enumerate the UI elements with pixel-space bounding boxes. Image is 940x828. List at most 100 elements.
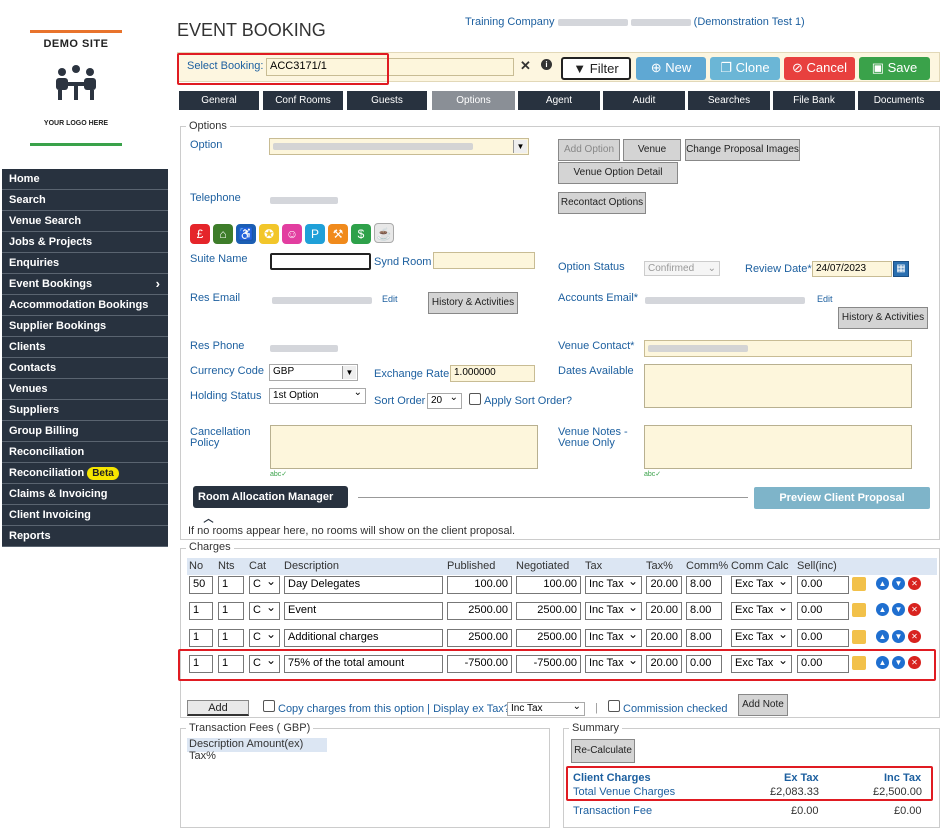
- change-proposal-images-button[interactable]: Change Proposal Images: [685, 139, 800, 161]
- published-input[interactable]: 2500.00: [447, 602, 512, 620]
- nav-reports[interactable]: Reports: [2, 526, 168, 547]
- cancellation-policy-textarea[interactable]: [270, 425, 538, 469]
- tab-guests[interactable]: Guests: [347, 91, 427, 110]
- comm-pct-input[interactable]: 8.00: [686, 602, 722, 620]
- note-icon[interactable]: [852, 603, 866, 617]
- holding-status-select[interactable]: 1st Option ⌄: [269, 388, 366, 404]
- review-date-input[interactable]: 24/07/2023: [812, 261, 892, 277]
- nts-input[interactable]: 1: [218, 602, 244, 620]
- nts-input[interactable]: 1: [218, 576, 244, 594]
- sort-order-select[interactable]: 20 ⌄: [427, 393, 462, 409]
- tab-options[interactable]: Options: [432, 91, 515, 110]
- tax-select[interactable]: Inc Tax: [585, 602, 642, 620]
- tab-audit[interactable]: Audit: [603, 91, 685, 110]
- nav-venues[interactable]: Venues: [2, 379, 168, 400]
- display-tax-select[interactable]: Inc Tax ⌄: [507, 702, 585, 716]
- comm-calc-select[interactable]: Exc Tax: [731, 629, 792, 647]
- negotiated-input[interactable]: 100.00: [516, 576, 581, 594]
- negotiated-input[interactable]: 2500.00: [516, 602, 581, 620]
- filter-button[interactable]: ▼ Filter: [561, 57, 631, 80]
- published-input[interactable]: 2500.00: [447, 629, 512, 647]
- commission-checked-checkbox[interactable]: [608, 700, 620, 712]
- no-input[interactable]: 1: [189, 629, 213, 647]
- tax-select[interactable]: Inc Tax: [585, 629, 642, 647]
- money-icon[interactable]: $: [351, 224, 371, 244]
- nts-input[interactable]: 1: [218, 629, 244, 647]
- cat-select[interactable]: C: [249, 629, 280, 647]
- nav-event-bookings[interactable]: Event Bookings ›: [2, 274, 168, 295]
- venue-option-detail-button[interactable]: Venue Option Detail: [558, 162, 678, 184]
- theatre-icon[interactable]: ☺: [282, 224, 302, 244]
- history-activities-button[interactable]: History & Activities: [428, 292, 518, 314]
- move-down-icon[interactable]: ▼: [892, 603, 905, 616]
- comm-calc-select[interactable]: Exc Tax: [731, 576, 792, 594]
- tab-documents[interactable]: Documents: [858, 91, 940, 110]
- tax-pct-input[interactable]: 20.00: [646, 629, 682, 647]
- tab-searches[interactable]: Searches: [688, 91, 770, 110]
- venue-contact-input[interactable]: [644, 340, 912, 357]
- spellcheck-icon[interactable]: abc✓: [270, 470, 287, 478]
- delete-icon[interactable]: ✕: [908, 630, 921, 643]
- move-up-icon[interactable]: ▲: [876, 603, 889, 616]
- option-status-select[interactable]: Confirmed ⌄: [644, 261, 720, 276]
- no-input[interactable]: 50: [189, 576, 213, 594]
- nav-reconciliation[interactable]: Reconciliation: [2, 442, 168, 463]
- recontact-options-button[interactable]: Recontact Options: [558, 192, 646, 214]
- room-allocation-manager-button[interactable]: Room Allocation Manager ︿: [193, 486, 348, 527]
- delete-icon[interactable]: ✕: [908, 577, 921, 590]
- venue-notes-textarea[interactable]: [644, 425, 912, 469]
- suite-name-input[interactable]: [270, 253, 371, 270]
- add-charge-button[interactable]: Add: [187, 700, 249, 716]
- no-input[interactable]: 1: [189, 602, 213, 620]
- tab-agent[interactable]: Agent: [518, 91, 600, 110]
- description-input[interactable]: Additional charges: [284, 629, 443, 647]
- clone-button[interactable]: ❐ Clone: [710, 57, 780, 80]
- info-icon[interactable]: i: [541, 59, 552, 70]
- note-icon[interactable]: [852, 577, 866, 591]
- copy-charges-checkbox[interactable]: [263, 700, 275, 712]
- currency-select[interactable]: GBP ▼: [269, 364, 358, 381]
- res-email-edit-link[interactable]: Edit: [382, 294, 398, 304]
- nav-supplier-bookings[interactable]: Supplier Bookings: [2, 316, 168, 337]
- clear-icon[interactable]: ✕: [520, 58, 531, 74]
- charge-icon[interactable]: £: [190, 224, 210, 244]
- nav-client-invoicing[interactable]: Client Invoicing: [2, 505, 168, 526]
- bed-icon[interactable]: ⌂: [213, 224, 233, 244]
- nav-home[interactable]: Home: [2, 169, 168, 190]
- dates-available-textarea[interactable]: [644, 364, 912, 408]
- parking-icon[interactable]: P: [305, 224, 325, 244]
- tab-general[interactable]: General: [179, 91, 259, 110]
- sell-input[interactable]: 0.00: [797, 576, 849, 594]
- nav-contacts[interactable]: Contacts: [2, 358, 168, 379]
- preview-client-proposal-button[interactable]: Preview Client Proposal Document: [754, 487, 930, 526]
- move-up-icon[interactable]: ▲: [876, 630, 889, 643]
- nav-suppliers[interactable]: Suppliers: [2, 400, 168, 421]
- cat-select[interactable]: C: [249, 602, 280, 620]
- save-button[interactable]: ▣ Save: [859, 57, 930, 80]
- cat-select[interactable]: C: [249, 576, 280, 594]
- nav-accommodation-bookings[interactable]: Accommodation Bookings: [2, 295, 168, 316]
- nav-search[interactable]: Search: [2, 190, 168, 211]
- tab-file-bank[interactable]: File Bank: [773, 91, 855, 110]
- comm-pct-input[interactable]: 8.00: [686, 576, 722, 594]
- accounts-email-edit-link[interactable]: Edit: [817, 294, 833, 304]
- tool-icon[interactable]: ⚒: [328, 224, 348, 244]
- nav-reconciliation-beta[interactable]: Reconciliation Beta: [2, 463, 168, 484]
- move-down-icon[interactable]: ▼: [892, 577, 905, 590]
- spellcheck-icon[interactable]: abc✓: [644, 470, 661, 478]
- nav-enquiries[interactable]: Enquiries: [2, 253, 168, 274]
- option-select[interactable]: ▼: [269, 138, 529, 155]
- move-down-icon[interactable]: ▼: [892, 630, 905, 643]
- cancel-button[interactable]: ⊘ Cancel: [784, 57, 855, 80]
- accounts-history-activities-button[interactable]: History & Activities: [838, 307, 928, 329]
- award-icon[interactable]: ✪: [259, 224, 279, 244]
- comm-calc-select[interactable]: Exc Tax: [731, 602, 792, 620]
- description-input[interactable]: Event: [284, 602, 443, 620]
- nav-group-billing[interactable]: Group Billing: [2, 421, 168, 442]
- venue-button[interactable]: Venue: [623, 139, 681, 161]
- accessible-icon[interactable]: ♿: [236, 224, 256, 244]
- sell-input[interactable]: 0.00: [797, 629, 849, 647]
- new-button[interactable]: ⊕ New: [636, 57, 706, 80]
- exchange-rate-input[interactable]: 1.000000: [450, 365, 535, 382]
- add-option-button[interactable]: Add Option: [558, 139, 620, 161]
